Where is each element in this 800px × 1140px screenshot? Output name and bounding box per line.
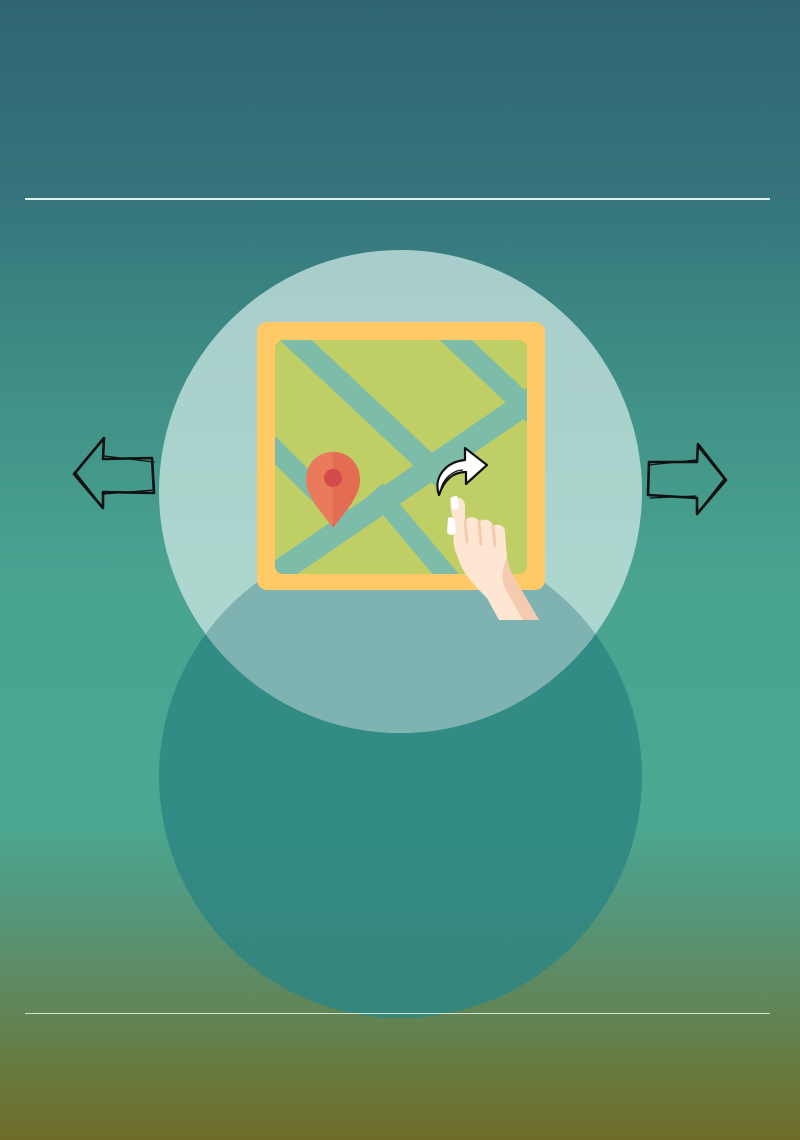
map-icon [257, 322, 545, 620]
bottom-divider [25, 1013, 770, 1014]
page [0, 0, 800, 1140]
arrow-right-icon[interactable] [642, 440, 732, 522]
arrow-left-icon[interactable] [70, 432, 160, 514]
top-divider [25, 198, 770, 200]
